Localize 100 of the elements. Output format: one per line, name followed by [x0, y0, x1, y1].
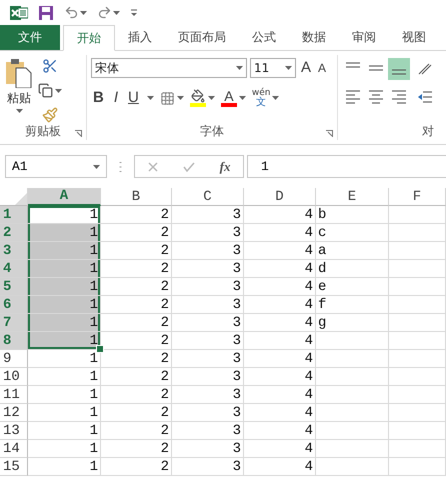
table-cell: 4: [244, 206, 316, 224]
borders-icon[interactable]: [160, 90, 175, 106]
row-header[interactable]: 7: [0, 314, 28, 332]
caret-icon: [16, 109, 22, 113]
table-cell: 1: [28, 260, 101, 278]
table-cell: 2: [101, 386, 172, 404]
table-cell: [389, 458, 446, 476]
formula-field[interactable]: 1: [247, 155, 446, 178]
row-header[interactable]: 3: [0, 242, 28, 260]
table-cell: 4: [244, 404, 316, 422]
row-header[interactable]: 9: [0, 350, 28, 368]
dialog-launcher-icon[interactable]: [75, 130, 82, 137]
underline-button[interactable]: U: [126, 90, 141, 106]
table-cell: g: [316, 314, 389, 332]
column-header[interactable]: E: [316, 188, 389, 206]
table-cell: 4: [244, 278, 316, 296]
ribbon-tab[interactable]: 页面布局: [165, 25, 239, 50]
table-cell: [389, 422, 446, 440]
ribbon-tab[interactable]: 开始: [63, 25, 115, 51]
ribbon-tab[interactable]: 插入: [115, 25, 165, 50]
table-cell: 4: [244, 350, 316, 368]
row-header[interactable]: 10: [0, 368, 28, 386]
copy-icon[interactable]: [38, 83, 53, 98]
cut-icon[interactable]: [42, 58, 58, 74]
column-header[interactable]: C: [172, 188, 244, 206]
save-icon[interactable]: [38, 4, 54, 20]
row-header[interactable]: 4: [0, 260, 28, 278]
group-label: 字体: [200, 122, 224, 140]
column-header[interactable]: B: [101, 188, 172, 206]
caret-icon: [146, 96, 154, 100]
shrink-font-button[interactable]: A: [316, 60, 328, 76]
table-cell: 2: [101, 440, 172, 458]
ribbon-tab[interactable]: 公式: [239, 25, 289, 50]
table-cell: [389, 242, 446, 260]
table-cell: 2: [101, 260, 172, 278]
row-header[interactable]: 2: [0, 224, 28, 242]
table-cell: 4: [244, 224, 316, 242]
dialog-launcher-icon[interactable]: [326, 130, 333, 137]
table-cell: 3: [172, 296, 244, 314]
clipboard-icon: [4, 58, 34, 88]
row-header[interactable]: 5: [0, 278, 28, 296]
table-cell: e: [316, 278, 389, 296]
ribbon-tab[interactable]: 数据: [289, 25, 339, 50]
paste-button[interactable]: 粘贴: [4, 58, 34, 123]
redo-button[interactable]: [97, 5, 120, 20]
row-header[interactable]: 6: [0, 296, 28, 314]
table-cell: 2: [101, 332, 172, 350]
table-cell: [389, 314, 446, 332]
table-cell: 2: [101, 278, 172, 296]
ribbon-tab[interactable]: 审阅: [339, 25, 389, 50]
table-cell: 3: [172, 206, 244, 224]
bottom-align-button[interactable]: [388, 58, 410, 80]
font-name-field[interactable]: 宋体: [91, 58, 247, 78]
column-header[interactable]: F: [389, 188, 446, 206]
phonetic-button[interactable]: wén 文: [252, 88, 270, 108]
decrease-indent-icon[interactable]: [417, 90, 433, 104]
table-cell: 4: [244, 242, 316, 260]
group-label: 对: [422, 122, 434, 140]
table-cell: 3: [172, 368, 244, 386]
ribbon-tab[interactable]: 视图: [389, 25, 439, 50]
table-cell: 1: [28, 458, 101, 476]
column-header[interactable]: A: [28, 188, 101, 206]
table-cell: 1: [28, 242, 101, 260]
row-header[interactable]: 15: [0, 458, 28, 476]
table-cell: 2: [101, 404, 172, 422]
table-cell: 2: [101, 296, 172, 314]
file-tab[interactable]: 文件: [0, 25, 60, 50]
insert-function-button[interactable]: fx: [220, 158, 230, 174]
name-box[interactable]: A1: [5, 155, 107, 178]
fill-color-button[interactable]: [190, 89, 206, 107]
caret-icon: [238, 96, 246, 100]
grow-font-button[interactable]: A: [299, 60, 314, 76]
table-cell: 3: [172, 224, 244, 242]
fill-handle[interactable]: [96, 345, 104, 353]
table-cell: 2: [101, 422, 172, 440]
row-header[interactable]: 11: [0, 386, 28, 404]
table-cell: 1: [28, 422, 101, 440]
table-cell: 3: [172, 332, 244, 350]
table-cell: 1: [28, 404, 101, 422]
font-size-field[interactable]: 11: [250, 58, 296, 78]
table-cell: 2: [101, 314, 172, 332]
table-cell: [389, 350, 446, 368]
row-header[interactable]: 8: [0, 332, 28, 350]
caret-icon: [236, 66, 243, 70]
customize-toolbar-icon[interactable]: [130, 8, 138, 16]
row-header[interactable]: 13: [0, 422, 28, 440]
table-cell: 1: [28, 314, 101, 332]
table-cell: [389, 206, 446, 224]
undo-button[interactable]: [64, 5, 87, 20]
italic-button[interactable]: I: [112, 90, 120, 106]
bold-button[interactable]: B: [91, 90, 106, 106]
column-header[interactable]: D: [244, 188, 316, 206]
table-cell: 3: [172, 458, 244, 476]
table-cell: 3: [172, 314, 244, 332]
row-header[interactable]: 1: [0, 206, 28, 224]
row-header[interactable]: 12: [0, 404, 28, 422]
table-cell: [389, 440, 446, 458]
font-color-button[interactable]: A: [220, 89, 237, 107]
row-header[interactable]: 14: [0, 440, 28, 458]
table-cell: [389, 278, 446, 296]
